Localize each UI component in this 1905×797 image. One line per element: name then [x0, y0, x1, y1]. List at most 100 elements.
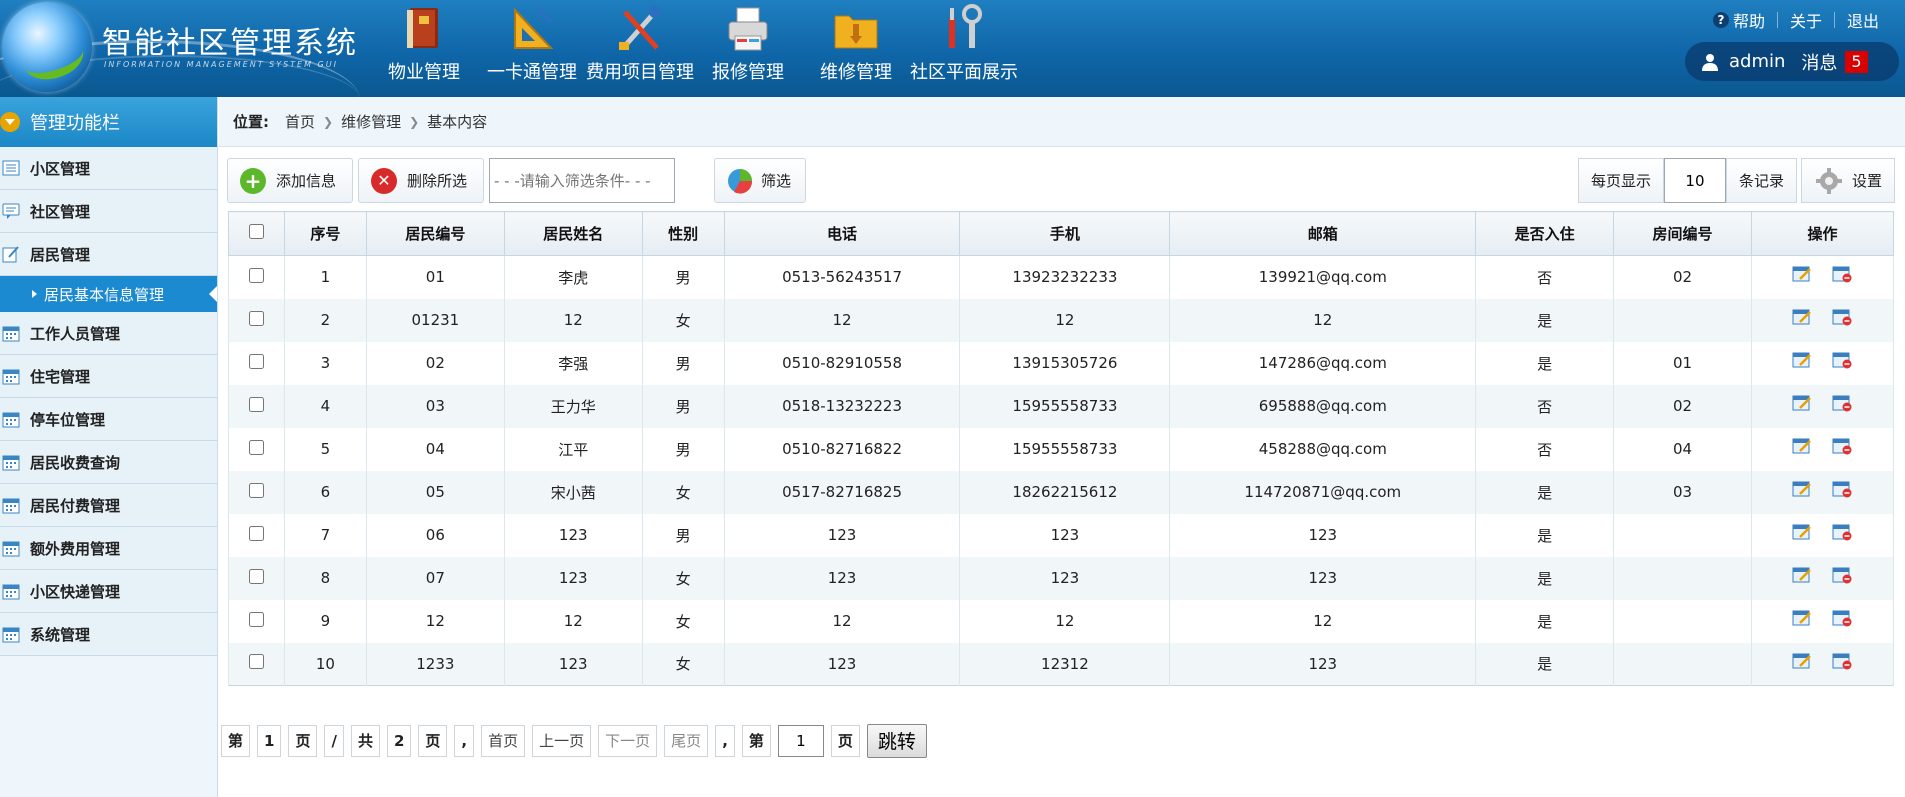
table-row[interactable]: 7 06 123 男 123 123 123 是 [228, 513, 1895, 557]
sidebar-item-system[interactable]: 系统管理 [0, 613, 217, 656]
sidebar-item-staff[interactable]: 工作人员管理 [0, 312, 217, 355]
delete-row-icon[interactable] [1832, 480, 1852, 498]
table-row[interactable]: 10 1233 123 女 123 12312 123 是 [228, 642, 1895, 686]
row-checkbox[interactable] [248, 310, 264, 326]
sidebar-item-express[interactable]: 小区快递管理 [0, 570, 217, 613]
row-checkbox[interactable] [248, 525, 264, 541]
per-page-input[interactable] [1663, 158, 1726, 203]
add-button[interactable]: + 添加信息 [227, 158, 353, 203]
topnav-item-community-map[interactable]: 社区平面展示 [910, 0, 1018, 97]
toolbar: + 添加信息 ✕ 删除所选 筛选 每页显示 条记录 设置 [227, 158, 1895, 204]
column-header[interactable]: 电话 [723, 211, 961, 256]
list-icon [2, 160, 20, 176]
table-row[interactable]: 6 05 宋小茜女 0517-82716825 18262215612 114720871… [228, 470, 1895, 514]
sidebar-item-fee-query[interactable]: 居民收费查询 [0, 441, 217, 484]
edit-icon[interactable] [1792, 480, 1812, 498]
delete-row-icon[interactable] [1832, 265, 1852, 283]
row-select-cell [228, 298, 285, 342]
settings-button[interactable]: 设置 [1800, 158, 1895, 203]
column-header[interactable]: 序号 [283, 211, 367, 256]
row-checkbox[interactable] [248, 439, 264, 455]
edit-icon[interactable] [1792, 437, 1812, 455]
topnav-item-card[interactable]: 一卡通管理 [478, 0, 586, 97]
page-number-input[interactable] [777, 724, 824, 757]
sidebar-item-extra-fee[interactable]: 额外费用管理 [0, 527, 217, 570]
sidebar-item-community[interactable]: 社区管理 [0, 190, 217, 233]
breadcrumb-maintenance[interactable]: 维修管理 [341, 111, 401, 132]
calendar-icon [2, 412, 20, 428]
table-row[interactable]: 3 02 李强男 0510-82910558 13915305726 147286@qq.… [228, 341, 1895, 385]
delete-row-icon[interactable] [1832, 437, 1852, 455]
breadcrumb-home[interactable]: 首页 [285, 111, 315, 132]
help-link[interactable]: 帮助 [1733, 8, 1765, 32]
table-cell: 07 [365, 556, 505, 600]
go-to-page-button[interactable]: 跳转 [866, 723, 927, 758]
table-row[interactable]: 9 12 12 女 12 12 12 是 [228, 599, 1895, 643]
table-cell: 0513-56243517 [723, 255, 961, 299]
row-checkbox[interactable] [248, 396, 264, 412]
topnav-item-maintenance[interactable]: 维修管理 [802, 0, 910, 97]
edit-icon[interactable] [1792, 609, 1812, 627]
user-bar: admin 消息 5 [1685, 42, 1899, 81]
column-header[interactable]: 邮箱 [1169, 211, 1477, 256]
sidebar-header[interactable]: 管理功能栏 [0, 97, 217, 147]
edit-icon[interactable] [1792, 394, 1812, 412]
table-row[interactable]: 4 03 王力华男 0518-13232223 15955558733 695888@qq… [228, 384, 1895, 428]
next-page-button[interactable]: 下一页 [598, 724, 658, 757]
last-page-button[interactable]: 尾页 [664, 724, 709, 757]
row-checkbox[interactable] [248, 611, 264, 627]
row-checkbox[interactable] [248, 482, 264, 498]
select-all-checkbox[interactable] [248, 224, 264, 239]
column-header[interactable]: 性别 [641, 211, 725, 256]
about-link[interactable]: 关于 [1790, 8, 1822, 32]
filter-button[interactable]: 筛选 [714, 158, 806, 203]
edit-icon[interactable] [1792, 652, 1812, 670]
delete-selected-button[interactable]: ✕ 删除所选 [358, 158, 484, 203]
column-header[interactable]: 手机 [959, 211, 1171, 256]
sidebar-item-housing[interactable]: 住宅管理 [0, 355, 217, 398]
row-checkbox[interactable] [248, 267, 264, 283]
sidebar-item-payment[interactable]: 居民付费管理 [0, 484, 217, 527]
table-row[interactable]: 5 04 江平男 0510-82716822 15955558733 458288@qq.… [228, 427, 1895, 471]
topnav-item-property[interactable]: 物业管理 [370, 0, 478, 97]
sidebar-item-parking[interactable]: 停车位管理 [0, 398, 217, 441]
column-header[interactable]: 居民编号 [365, 211, 505, 256]
row-checkbox[interactable] [248, 353, 264, 369]
edit-icon[interactable] [1792, 351, 1812, 369]
plus-icon: + [240, 167, 266, 194]
message-count-badge[interactable]: 5 [1845, 50, 1868, 73]
prev-page-button[interactable]: 上一页 [532, 724, 592, 757]
edit-icon[interactable] [1792, 523, 1812, 541]
messages-link[interactable]: 消息 [1801, 49, 1837, 75]
delete-row-icon[interactable] [1832, 566, 1852, 584]
delete-row-icon[interactable] [1832, 308, 1852, 326]
logout-link[interactable]: 退出 [1847, 8, 1879, 32]
table-cell: 147286@qq.com [1169, 341, 1477, 385]
delete-row-icon[interactable] [1832, 351, 1852, 369]
topnav-item-repair-report[interactable]: 报修管理 [694, 0, 802, 97]
delete-row-icon[interactable] [1832, 523, 1852, 541]
column-header[interactable]: 居民姓名 [503, 211, 643, 256]
filter-input[interactable] [489, 158, 675, 203]
sidebar-item-resident[interactable]: 居民管理 [0, 233, 217, 276]
table-row[interactable]: 1 01 李虎男 0513-56243517 13923232233 139921@qq.… [228, 255, 1895, 299]
edit-icon[interactable] [1792, 308, 1812, 326]
column-header[interactable]: 房间编号 [1613, 211, 1752, 256]
row-checkbox[interactable] [248, 568, 264, 584]
delete-row-icon[interactable] [1832, 652, 1852, 670]
username[interactable]: admin [1729, 51, 1785, 72]
edit-icon[interactable] [1792, 566, 1812, 584]
delete-row-icon[interactable] [1832, 609, 1852, 627]
edit-icon[interactable] [1792, 265, 1812, 283]
column-header[interactable]: 是否入住 [1475, 211, 1615, 256]
table-row[interactable]: 2 01231 12 女 12 12 12 是 [228, 298, 1895, 342]
table-row[interactable]: 8 07 123 女 123 123 123 是 [228, 556, 1895, 600]
topnav-item-fee[interactable]: 费用项目管理 [586, 0, 694, 97]
sidebar-subitem-resident-info[interactable]: 居民基本信息管理 [0, 276, 217, 312]
delete-row-icon[interactable] [1832, 394, 1852, 412]
first-page-button[interactable]: 首页 [481, 724, 526, 757]
sidebar-item-estate[interactable]: 小区管理 [0, 147, 217, 190]
table-cell: 李虎 [503, 255, 643, 299]
table-cell: 否 [1475, 384, 1615, 428]
row-checkbox[interactable] [248, 654, 264, 670]
